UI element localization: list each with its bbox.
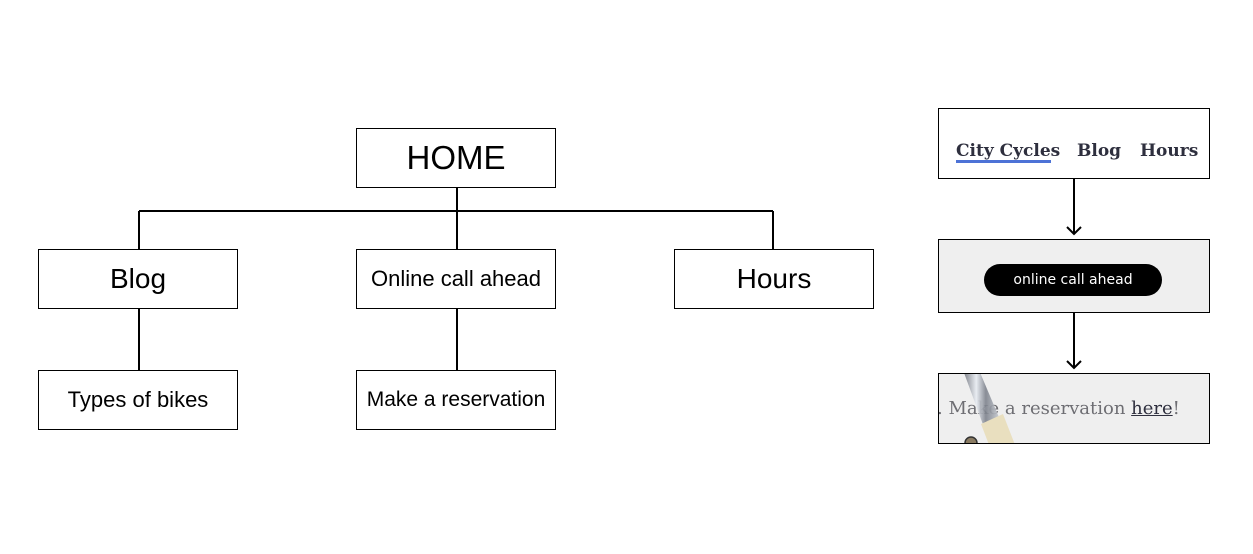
node-make-reservation-label: Make a reservation: [366, 388, 546, 411]
node-blog-label: Blog: [109, 263, 167, 294]
nav-item-city-cycles[interactable]: City Cycles: [956, 141, 1060, 161]
reservation-suffix: !: [1172, 398, 1180, 419]
nav-active-underline: [956, 160, 1051, 163]
bike-photo: [964, 374, 1015, 443]
node-blog: Blog: [38, 249, 238, 309]
nav-item-hours[interactable]: Hours: [1140, 141, 1198, 161]
node-hours: Hours: [674, 249, 874, 309]
nav-item-blog[interactable]: Blog: [1077, 141, 1121, 161]
call-ahead-screenshot: online call ahead: [938, 239, 1210, 313]
reservation-here-link[interactable]: here: [1131, 398, 1173, 419]
online-call-ahead-button-label: online call ahead: [1013, 272, 1133, 288]
node-online-call-ahead-label: Online call ahead: [370, 266, 541, 291]
node-make-reservation: Make a reservation: [356, 370, 556, 430]
node-home-label: HOME: [406, 139, 506, 176]
node-types-of-bikes-label: Types of bikes: [67, 387, 209, 412]
node-online-call-ahead: Online call ahead: [356, 249, 556, 309]
node-hours-label: Hours: [736, 263, 812, 294]
node-home: HOME: [356, 128, 556, 188]
reservation-screenshot: . Make a reservation here!: [938, 373, 1210, 444]
node-types-of-bikes: Types of bikes: [38, 370, 238, 430]
nav-screenshot: City Cycles Blog Hours: [938, 108, 1210, 179]
online-call-ahead-button[interactable]: online call ahead: [984, 264, 1162, 296]
